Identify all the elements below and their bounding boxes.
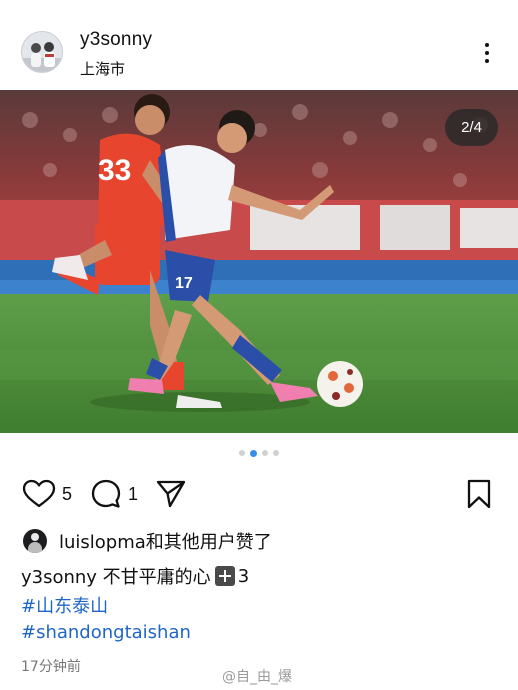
red-jersey-number: 33 (98, 154, 131, 187)
caption-suffix: 3 (237, 565, 250, 587)
post-caption: y3sonny 不甘平庸的心 3 (21, 563, 249, 589)
like-button[interactable]: 5 (22, 474, 72, 514)
bookmark-icon (467, 479, 491, 509)
send-icon (156, 480, 186, 508)
carousel-dot[interactable] (262, 450, 268, 456)
location-label[interactable]: 上海市 (80, 58, 125, 79)
plus-emoji-icon (214, 566, 235, 586)
hashtag-link[interactable]: #shandongtaishan (21, 622, 191, 643)
image-counter-badge: 2/4 (445, 109, 498, 146)
caption-text: y3sonny 不甘平庸的心 (21, 567, 211, 588)
liked-by-text[interactable]: luislopma和其他用户赞了 (59, 528, 272, 554)
white-jersey-number: 17 (175, 275, 193, 292)
comment-count: 1 (128, 483, 139, 504)
like-count: 5 (62, 483, 73, 504)
action-bar: 5 1 (0, 474, 518, 514)
username[interactable]: y3sonny (80, 29, 152, 51)
comment-bubble-icon (91, 479, 121, 508)
avatar-photo (22, 32, 62, 72)
carousel-dot-active[interactable] (250, 449, 257, 457)
liked-by-row[interactable]: luislopma和其他用户赞了 (23, 527, 272, 555)
football-match-photo: 33 17 (0, 90, 518, 433)
watermark: @自_由_爆 (222, 669, 292, 685)
share-button[interactable] (155, 474, 187, 514)
post-timestamp: 17分钟前 (21, 659, 81, 675)
comment-button[interactable]: 1 (90, 474, 138, 514)
carousel-dot[interactable] (239, 450, 245, 456)
liker-avatar[interactable] (23, 529, 47, 553)
user-avatar[interactable] (21, 31, 63, 73)
post-photo[interactable]: 33 17 (0, 90, 518, 433)
carousel-indicator (0, 449, 518, 458)
bookmark-button[interactable] (464, 474, 494, 514)
hashtag-link[interactable]: #山东泰山 (21, 592, 108, 618)
more-options-icon[interactable] (470, 36, 504, 70)
carousel-dot[interactable] (273, 450, 279, 456)
heart-icon (22, 479, 56, 508)
post-header: y3sonny 上海市 (0, 0, 518, 90)
